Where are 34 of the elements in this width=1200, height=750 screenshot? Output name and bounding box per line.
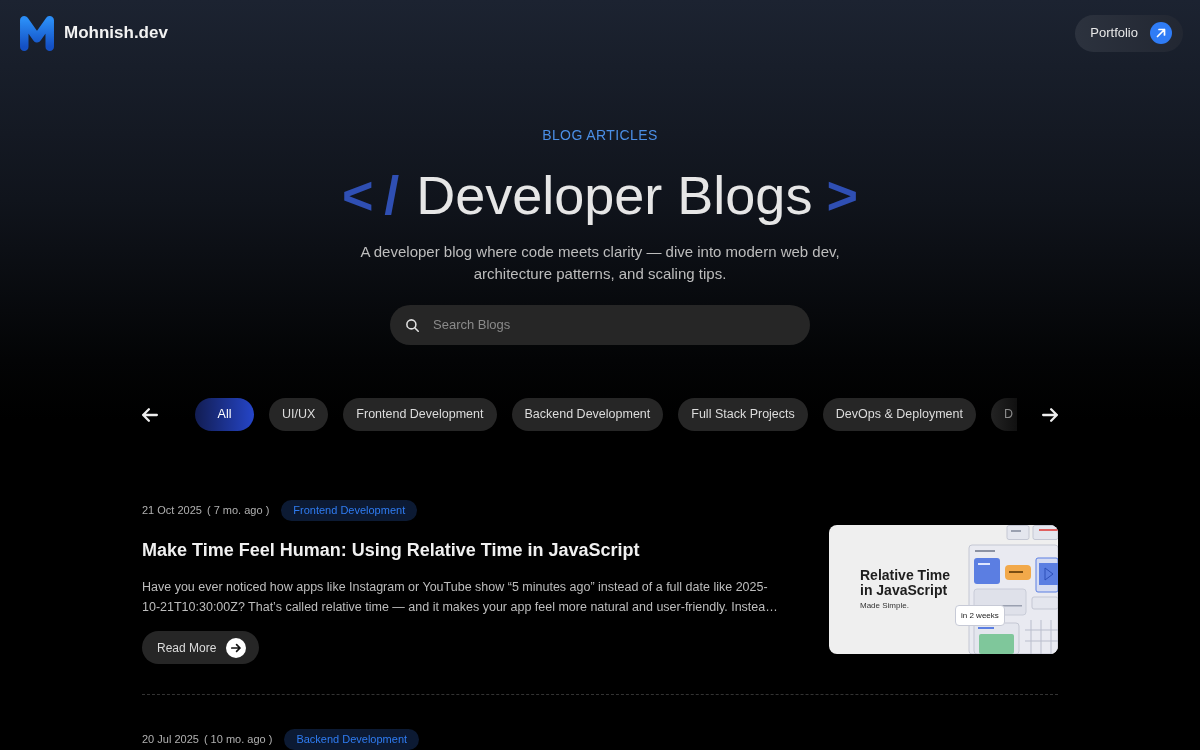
relative-time-card: in 2 weeks (955, 605, 1005, 626)
page-subtitle: A developer blog where code meets clarity — dive into modern web dev, architecture patterns, and scaling tips. (359, 242, 841, 284)
section-eyebrow: BLOG ARTICLES (541, 126, 659, 145)
category-chip[interactable]: UI/UX (269, 398, 329, 431)
cover-subtitle: Made Simple. (860, 601, 910, 611)
search-icon (406, 318, 419, 332)
title-bracket: </ (342, 165, 411, 225)
category-chip[interactable]: All (195, 398, 254, 431)
category-tag: Backend Development (284, 729, 420, 750)
read-more-button[interactable]: Read More (142, 631, 260, 664)
category-chip[interactable]: Backend Development (511, 398, 664, 431)
post-excerpt: Have you ever noticed how apps like Instagram or YouTube show “5 minutes ago” instead of a full date like 2025-10-21T10:30:00Z? That’s called relative time — and it makes your app feel more natural and user-friendly. Instea… (142, 579, 779, 616)
category-tag: Frontend Development (281, 500, 418, 521)
arrow-right-icon (226, 637, 247, 658)
search-field[interactable]: Search Blogs (390, 305, 810, 345)
post-date: 20 Jul 2025 (142, 732, 199, 748)
category-chip[interactable]: DevOps & Deployment (822, 398, 976, 431)
category-chip[interactable]: Full Stack Projects (678, 398, 808, 431)
page-title: Developer Blogs (416, 165, 813, 225)
cover-title: Relative Time in JavaScript (860, 568, 951, 598)
arrow-right-icon[interactable] (1042, 407, 1058, 422)
title-bracket: > (826, 165, 858, 225)
arrow-up-right-icon (1150, 22, 1172, 44)
post-age: ( 10 mo. ago ) (203, 732, 273, 748)
post-date: 21 Oct 2025 (142, 503, 202, 519)
portfolio-button[interactable]: Portfolio (1075, 14, 1183, 52)
search-input[interactable]: Search Blogs (431, 314, 794, 336)
category-chip[interactable]: Frontend Development (343, 398, 497, 431)
post-age: ( 7 mo. ago ) (206, 503, 270, 519)
arrow-left-icon[interactable] (142, 407, 158, 422)
logo-icon[interactable] (20, 15, 54, 51)
category-chip[interactable]: D (990, 398, 1017, 431)
site-name[interactable]: Mohnish.dev (64, 20, 168, 46)
post-title[interactable]: Make Time Feel Human: Using Relative Time in JavaScript (142, 537, 802, 563)
